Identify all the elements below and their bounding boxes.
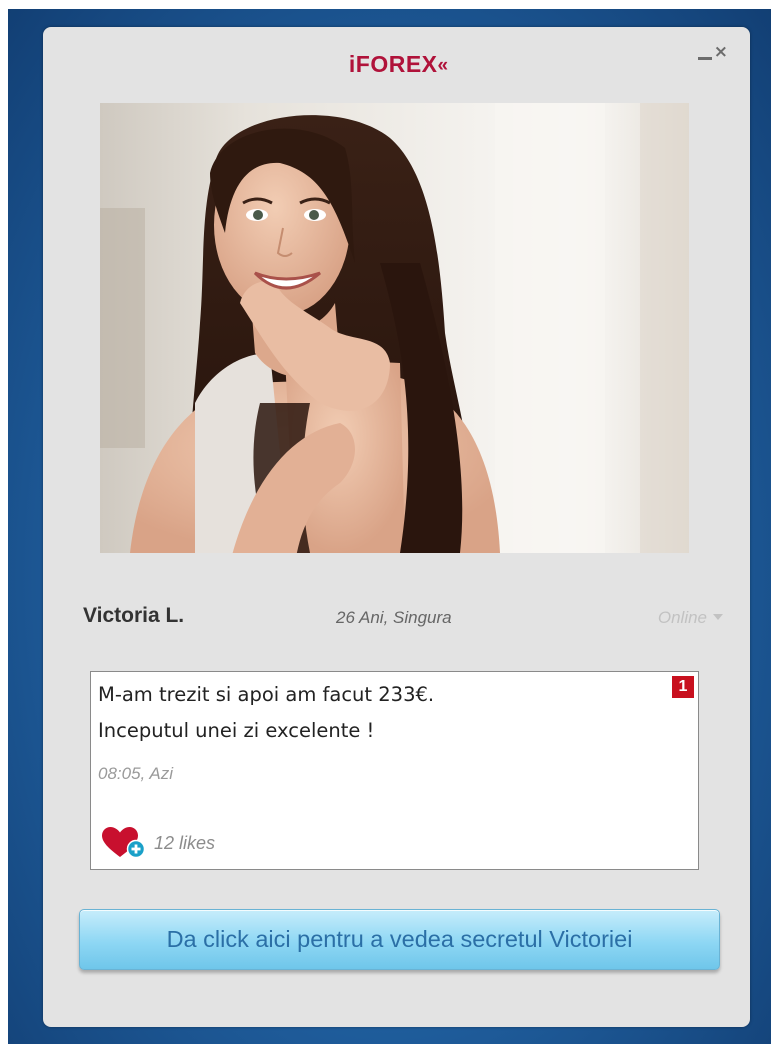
brand-logo: iFOREX« [43, 51, 750, 78]
post-message: M-am trezit si apoi am facut 233€. Incep… [98, 677, 658, 749]
post-timestamp: 08:05, Azi [98, 764, 173, 783]
message-post: M-am trezit si apoi am facut 233€. Incep… [90, 671, 699, 870]
minimize-icon[interactable] [697, 48, 712, 62]
notification-badge: 1 [672, 676, 694, 698]
heart-plus-icon [102, 827, 146, 859]
window-controls: × [697, 40, 728, 70]
reveal-secret-button[interactable]: Da click aici pentru a vedea secretul Vi… [79, 909, 720, 970]
profile-info-row: Victoria L. 26 Ani, Singura Online [83, 604, 723, 634]
post-line-1: M-am trezit si apoi am facut 233€. [98, 683, 435, 706]
profile-name: Victoria L. [83, 604, 185, 627]
profile-widget: iFOREX« × Victoria L. 26 Ani, Singura On… [43, 27, 750, 1027]
likes-count: 12 likes [154, 832, 216, 853]
profile-age-status: 26 Ani, Singura [336, 608, 452, 627]
close-icon[interactable]: × [714, 43, 728, 61]
brand-chevrons: « [437, 55, 448, 76]
online-status-label: Online [657, 608, 707, 627]
profile-photo-illustration [100, 103, 689, 553]
like-button[interactable]: 12 likes [100, 827, 216, 859]
online-status-dropdown[interactable]: Online [658, 608, 723, 628]
caret-down-icon [713, 614, 723, 620]
brand-name: iFOREX [348, 51, 438, 77]
profile-photo [100, 103, 689, 553]
post-line-2: Inceputul unei zi excelente ! [98, 719, 375, 742]
